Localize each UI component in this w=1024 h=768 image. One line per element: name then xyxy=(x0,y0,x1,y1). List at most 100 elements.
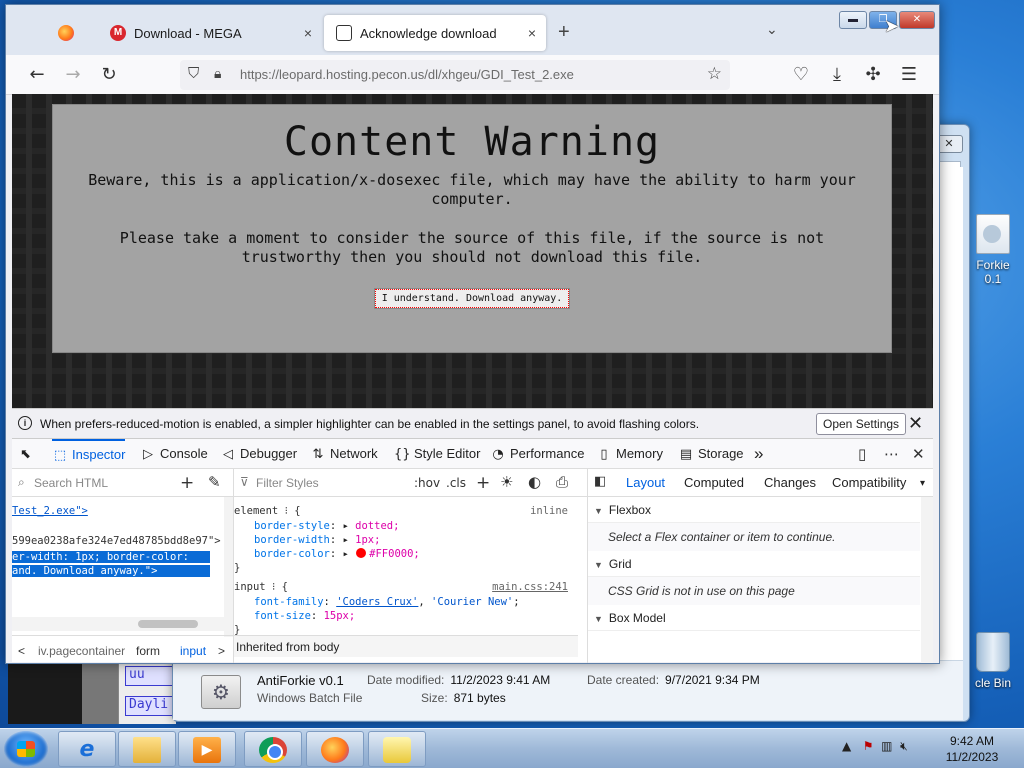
dark-mode-icon[interactable]: ◐ xyxy=(528,473,541,491)
tab-compatibility[interactable]: Compatibility xyxy=(832,475,906,490)
tab-computed[interactable]: Computed xyxy=(684,475,744,490)
box-model-section-header[interactable]: ▼ Box Model xyxy=(588,605,920,631)
taskbar-app[interactable] xyxy=(368,731,426,767)
tab-label: Memory xyxy=(616,446,663,461)
tab-inspector[interactable]: ⬚ Inspector xyxy=(52,439,126,469)
volume-muted-icon[interactable]: 🔇︎ xyxy=(900,739,908,753)
downloads-icon[interactable]: ⤓ xyxy=(826,64,848,85)
tab-layout[interactable]: Layout xyxy=(619,475,672,499)
tab-style-editor[interactable]: {} Style Editor xyxy=(394,439,480,469)
toggle-sidebar-icon[interactable]: ◧ xyxy=(594,474,606,489)
grid-section-header[interactable]: ▼ Grid xyxy=(588,551,920,577)
taskbar-chrome[interactable] xyxy=(244,731,302,767)
html-vertical-scrollbar[interactable] xyxy=(224,497,233,637)
tab-changes[interactable]: Changes xyxy=(764,475,816,490)
rule-source-link[interactable]: main.css:241 xyxy=(492,581,568,593)
forward-arrow-icon[interactable]: → xyxy=(62,64,84,85)
tab-storage[interactable]: ▤ Storage xyxy=(678,439,744,469)
add-node-icon[interactable]: + xyxy=(180,473,194,493)
taskbar-internet-explorer[interactable]: e xyxy=(58,731,116,767)
minimize-button[interactable]: ▬ xyxy=(839,11,867,29)
bookmark-star-icon[interactable]: ☆ xyxy=(707,64,722,84)
new-tab-button[interactable]: + xyxy=(558,21,570,44)
html-horizontal-scrollbar[interactable] xyxy=(12,617,224,631)
navigation-toolbar: ← → ↻ ⛉ 🔒︎ https://leopard.hosting.pecon… xyxy=(6,55,939,95)
tracking-protection-shield-icon[interactable]: ⛉ xyxy=(188,65,199,82)
lock-icon[interactable]: 🔒︎ xyxy=(214,65,221,82)
list-all-tabs-button[interactable]: ⌄ xyxy=(766,21,778,38)
tab-network[interactable]: ⇅ Network xyxy=(310,439,378,469)
flexbox-section-header[interactable]: ▼ Flexbox xyxy=(588,497,920,523)
tab-title: Download - MEGA xyxy=(134,25,242,41)
network-icon[interactable]: ▥ xyxy=(881,739,892,753)
tab-console[interactable]: ▷ Console xyxy=(140,439,208,469)
open-settings-button[interactable]: Open Settings xyxy=(816,413,907,435)
breadcrumb-item-active[interactable]: input xyxy=(180,644,206,658)
menu-icon[interactable]: ☰ xyxy=(898,64,920,85)
tab-memory[interactable]: ▯ Memory xyxy=(596,439,663,469)
breadcrumb-left-arrow-icon[interactable]: < xyxy=(18,644,25,658)
add-rule-icon[interactable]: + xyxy=(476,473,490,493)
css-declaration[interactable]: border-color: ▸ #FF0000; xyxy=(254,548,587,560)
tab-acknowledge-download[interactable]: Acknowledge download × xyxy=(324,15,546,51)
close-window-button[interactable]: ✕ xyxy=(899,11,935,29)
show-hidden-icons-icon[interactable]: ▲ xyxy=(842,739,851,753)
dock-toggle-icon[interactable]: ▯ xyxy=(858,445,866,463)
back-arrow-icon[interactable]: ← xyxy=(26,64,48,85)
taskbar-firefox[interactable] xyxy=(306,731,364,767)
css-declaration[interactable]: font-size: 15px; xyxy=(254,610,587,622)
element-picker-icon[interactable]: ⬉ xyxy=(20,439,31,469)
css-declaration[interactable]: font-family: 'Coders Crux', 'Courier New… xyxy=(254,596,587,608)
action-center-flag-icon[interactable]: ⚑ xyxy=(863,739,874,753)
light-mode-icon[interactable]: ☀ xyxy=(500,473,513,491)
css-value[interactable]: dotted; xyxy=(355,520,399,532)
eyedropper-icon[interactable]: ✎ xyxy=(208,473,221,491)
pocket-icon[interactable]: ♡ xyxy=(790,64,812,85)
color-swatch-icon[interactable] xyxy=(356,548,367,558)
css-declaration[interactable]: border-style: ▸ dotted; xyxy=(254,520,587,532)
filter-styles-input[interactable]: Filter Styles xyxy=(256,476,319,490)
background-window: uu Dayli xyxy=(118,664,177,724)
reload-icon[interactable]: ↻ xyxy=(98,64,120,85)
css-value[interactable]: #FF0000; xyxy=(369,548,420,560)
start-button[interactable] xyxy=(4,731,48,767)
breadcrumb-right-arrow-icon[interactable]: > xyxy=(218,644,225,658)
sidebar-dropdown-icon[interactable]: ▾ xyxy=(920,478,925,489)
url-bar[interactable]: ⛉ 🔒︎ https://leopard.hosting.pecon.us/dl… xyxy=(180,60,730,90)
html-node-line[interactable]: Test_2.exe"> xyxy=(12,505,88,517)
devtools-panel: ⬉ ⬚ Inspector ▷ Console ◁ Debugger ⇅ Network… xyxy=(12,438,933,663)
tab-performance[interactable]: ◔ Performance xyxy=(490,439,584,469)
css-value[interactable]: 'Coders Crux' xyxy=(336,596,418,608)
close-notification-icon[interactable]: ✕ xyxy=(908,413,923,434)
css-value[interactable]: 'Courier New' xyxy=(431,596,513,608)
layout-scrollbar[interactable] xyxy=(921,497,933,663)
tab-mega[interactable]: M Download - MEGA × xyxy=(98,15,322,51)
tab-close-icon[interactable]: × xyxy=(528,25,536,41)
print-media-icon[interactable]: ⎙ xyxy=(556,473,568,491)
breadcrumb-item[interactable]: iv.pagecontainer xyxy=(38,644,125,658)
search-html-input[interactable]: Search HTML xyxy=(34,476,108,490)
css-value[interactable]: 15px; xyxy=(324,610,356,622)
html-node-line[interactable]: 599ea0238afe324e7ed48785bdd8e97"> xyxy=(12,535,221,547)
devtools-options-icon[interactable]: ⋯ xyxy=(884,445,899,463)
tab-bar: M Download - MEGA × Acknowledge download… xyxy=(6,5,939,55)
html-selected-node[interactable]: er-width: 1px; border-color: xyxy=(12,551,210,563)
more-tools-chevron-icon[interactable]: » xyxy=(754,439,763,469)
extensions-icon[interactable]: ✣ xyxy=(862,64,884,85)
hover-states-toggle[interactable]: :hov xyxy=(414,476,440,490)
html-selected-node-cont[interactable]: and. Download anyway."> xyxy=(12,565,210,577)
devtools-close-icon[interactable]: ✕ xyxy=(912,445,925,463)
tab-firefox[interactable] xyxy=(46,15,96,51)
breadcrumb-item[interactable]: form xyxy=(136,644,160,658)
taskbar-explorer[interactable] xyxy=(118,731,176,767)
clock[interactable]: 9:42 AM 11/2/2023 xyxy=(932,733,1012,765)
class-toggle[interactable]: .cls xyxy=(446,476,466,490)
tab-debugger[interactable]: ◁ Debugger xyxy=(220,439,297,469)
download-anyway-button[interactable]: I understand. Download anyway. xyxy=(373,288,571,309)
taskbar-media-player[interactable]: ▶ xyxy=(178,731,236,767)
url-text[interactable]: https://leopard.hosting.pecon.us/dl/xhge… xyxy=(240,67,574,82)
css-value[interactable]: 1px; xyxy=(355,534,380,546)
scroll-thumb[interactable] xyxy=(138,620,198,628)
css-declaration[interactable]: border-width: ▸ 1px; xyxy=(254,534,587,546)
tab-close-icon[interactable]: × xyxy=(304,25,312,41)
